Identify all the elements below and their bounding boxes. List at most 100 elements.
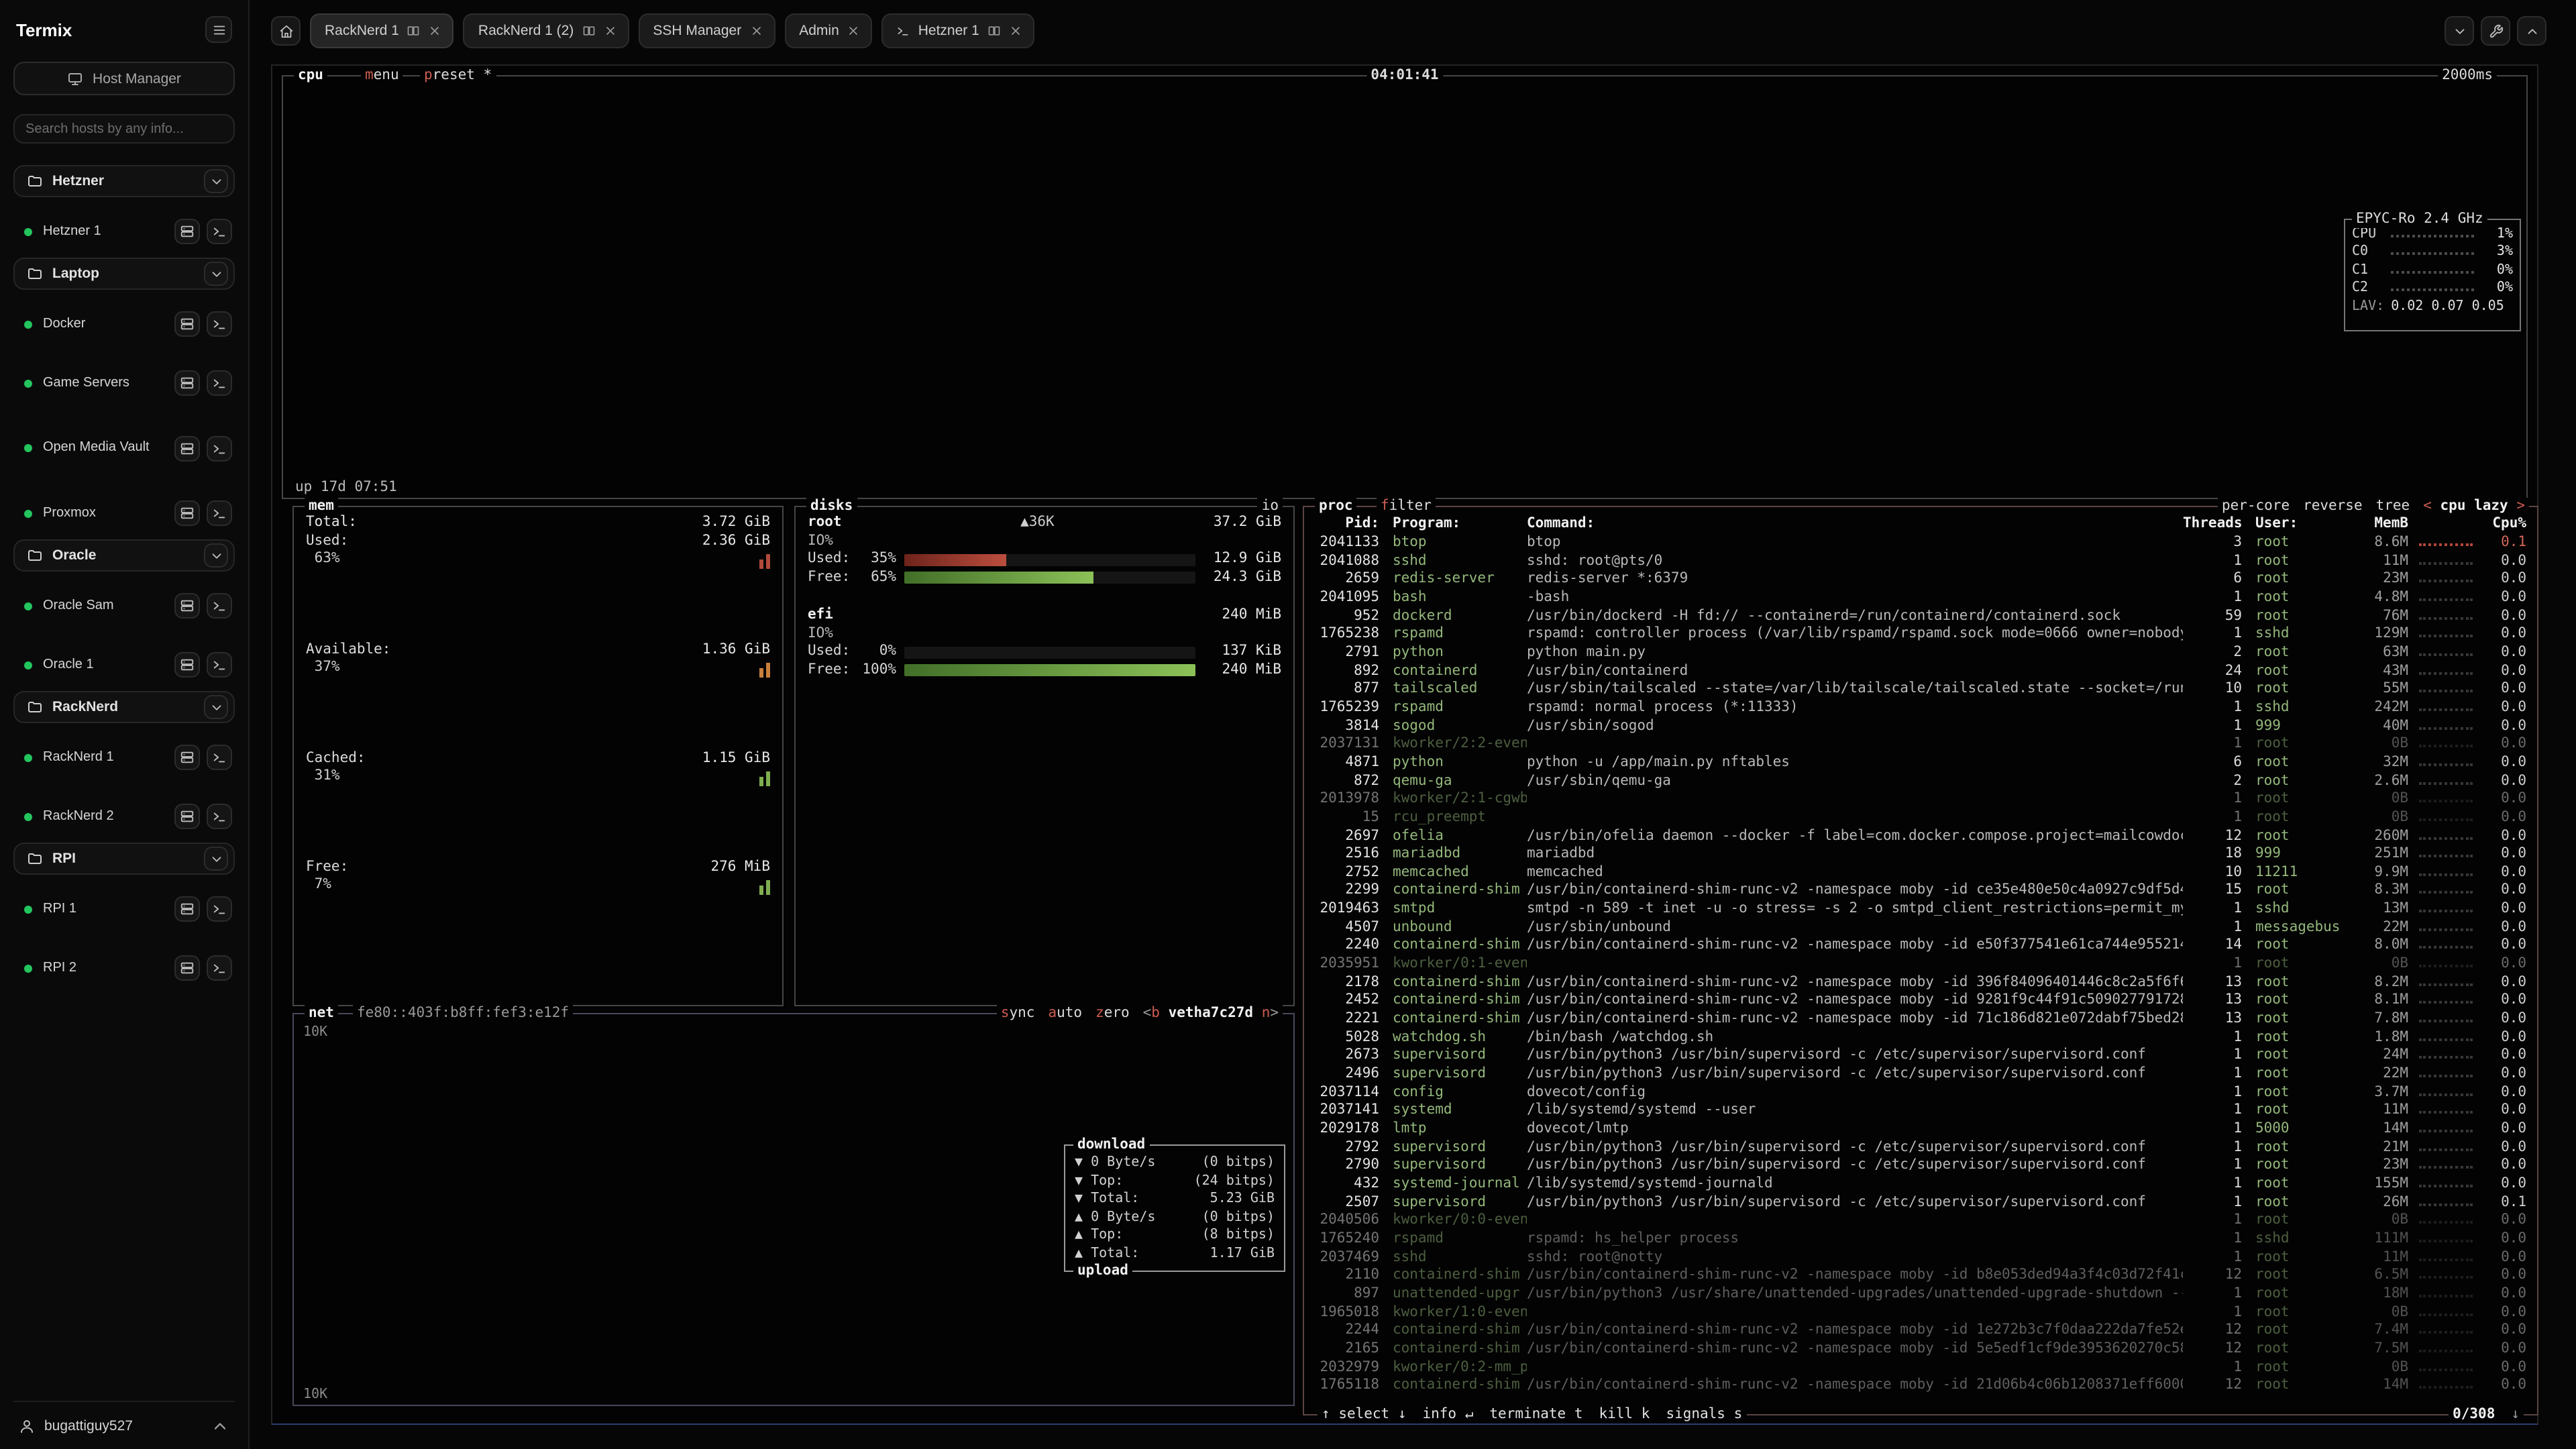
- host-terminal-button[interactable]: [207, 804, 232, 829]
- process-row[interactable]: 2697ofelia/usr/bin/ofelia daemon --docke…: [1312, 827, 2529, 845]
- host-item-oracle-1[interactable]: Oracle 1: [13, 647, 235, 683]
- host-server-button[interactable]: [174, 593, 200, 619]
- host-server-button[interactable]: [174, 435, 200, 461]
- process-row[interactable]: 15rcu_preempt1root0B0.0: [1312, 809, 2529, 827]
- host-server-button[interactable]: [174, 804, 200, 829]
- host-terminal-button[interactable]: [207, 745, 232, 770]
- host-terminal-button[interactable]: [207, 435, 232, 461]
- host-item-racknerd-2[interactable]: RackNerd 2: [13, 798, 235, 835]
- host-server-button[interactable]: [174, 896, 200, 922]
- process-row[interactable]: 2244containerd-shim/usr/bin/containerd-s…: [1312, 1322, 2529, 1340]
- process-row[interactable]: 897unattended-upgr/usr/bin/python3 /usr/…: [1312, 1285, 2529, 1303]
- host-item-oracle-sam[interactable]: Oracle Sam: [13, 588, 235, 624]
- tab-racknerd-1-2[interactable]: RackNerd 1 (2): [464, 13, 629, 48]
- process-row[interactable]: 2037469sshdsshd: root@notty1root11M0.0: [1312, 1248, 2529, 1267]
- group-collapse-button[interactable]: [204, 543, 228, 568]
- proc-action-kill[interactable]: kill k: [1599, 1406, 1650, 1424]
- group-collapse-button[interactable]: [204, 262, 228, 286]
- host-item-open-media-vault[interactable]: Open Media Vault: [13, 424, 235, 472]
- host-server-button[interactable]: [174, 500, 200, 526]
- sidebar-group-racknerd[interactable]: RackNerd: [13, 691, 235, 723]
- host-item-game-servers[interactable]: Game Servers: [13, 365, 235, 401]
- proc-action-select[interactable]: ↑ select ↓: [1322, 1406, 1407, 1424]
- chevron-up-button[interactable]: [2517, 16, 2546, 46]
- terminal[interactable]: cpu menu preset * 04:01:41 2000ms up 17d…: [271, 64, 2538, 1425]
- host-item-rpi-1[interactable]: RPI 1: [13, 891, 235, 927]
- process-row[interactable]: 2792supervisord/usr/bin/python3 /usr/bin…: [1312, 1138, 2529, 1157]
- update-interval[interactable]: 2000ms: [2438, 67, 2497, 85]
- process-row[interactable]: 2496supervisord/usr/bin/python3 /usr/bin…: [1312, 1065, 2529, 1083]
- preset-button[interactable]: preset *: [420, 67, 496, 85]
- process-row[interactable]: 1765240rspamdrspamd: hs_helper process1s…: [1312, 1230, 2529, 1248]
- process-row[interactable]: 2029178lmtpdovecot/lmtp1500014M0.0: [1312, 1120, 2529, 1138]
- process-row[interactable]: 2019463smtpdsmtpd -n 589 -t inet -u -o s…: [1312, 900, 2529, 918]
- process-row[interactable]: 872qemu-ga/usr/sbin/qemu-ga2root2.6M0.0: [1312, 772, 2529, 790]
- proc-per-core-toggle[interactable]: per-core: [2222, 498, 2290, 515]
- process-row[interactable]: 2037131kworker/2:2-even1root0B0.0: [1312, 735, 2529, 753]
- filter-button[interactable]: filter: [1377, 498, 1436, 515]
- host-item-rpi-2[interactable]: RPI 2: [13, 950, 235, 986]
- host-item-docker[interactable]: Docker: [13, 306, 235, 342]
- tab-split-button[interactable]: [582, 24, 595, 38]
- proc-action-terminate[interactable]: terminate t: [1489, 1406, 1582, 1424]
- process-row[interactable]: 2659redis-serverredis-server *:63796root…: [1312, 571, 2529, 589]
- host-terminal-button[interactable]: [207, 896, 232, 922]
- process-row[interactable]: 2035951kworker/0:1-even1root0B0.0: [1312, 955, 2529, 973]
- host-server-button[interactable]: [174, 311, 200, 337]
- host-terminal-button[interactable]: [207, 652, 232, 678]
- process-row[interactable]: 2299containerd-shim/usr/bin/containerd-s…: [1312, 882, 2529, 900]
- process-row[interactable]: 2041133btopbtop3root8.6M0.1: [1312, 534, 2529, 552]
- process-row[interactable]: 2791pythonpython main.py2root63M0.0: [1312, 644, 2529, 662]
- host-item-proxmox[interactable]: Proxmox: [13, 495, 235, 531]
- net-zero-button[interactable]: zero: [1095, 1005, 1130, 1022]
- host-server-button[interactable]: [174, 955, 200, 981]
- home-button[interactable]: [271, 16, 301, 46]
- tab-split-button[interactable]: [407, 24, 421, 38]
- host-terminal-button[interactable]: [207, 955, 232, 981]
- tab-ssh-manager[interactable]: SSH Manager: [638, 13, 775, 48]
- tools-button[interactable]: [2481, 16, 2510, 46]
- tab-close-button[interactable]: [1009, 24, 1022, 38]
- host-terminal-button[interactable]: [207, 311, 232, 337]
- process-row[interactable]: 2037141systemd/lib/systemd/systemd --use…: [1312, 1102, 2529, 1120]
- process-row[interactable]: 2178containerd-shim/usr/bin/containerd-s…: [1312, 974, 2529, 992]
- host-server-button[interactable]: [174, 652, 200, 678]
- proc-reverse-toggle[interactable]: reverse: [2303, 498, 2363, 515]
- process-table-header[interactable]: Pid:Program:Command:Threads:User:MemBCpu…: [1312, 514, 2529, 534]
- net-auto-button[interactable]: auto: [1048, 1005, 1082, 1022]
- process-row[interactable]: 5028watchdog.sh/bin/bash /watchdog.sh1ro…: [1312, 1028, 2529, 1046]
- proc-sort-selector[interactable]: < cpu lazy >: [2423, 498, 2525, 515]
- process-row[interactable]: 4507unbound/usr/sbin/unbound1messagebus2…: [1312, 919, 2529, 937]
- sidebar-group-hetzner[interactable]: Hetzner: [13, 165, 235, 197]
- process-row[interactable]: 2037114configdovecot/config1root3.7M0.0: [1312, 1083, 2529, 1102]
- host-server-button[interactable]: [174, 370, 200, 396]
- process-row[interactable]: 4871pythonpython -u /app/main.py nftable…: [1312, 754, 2529, 772]
- process-row[interactable]: 432systemd-journal/lib/systemd/systemd-j…: [1312, 1175, 2529, 1193]
- net-sync-button[interactable]: sync: [1001, 1005, 1035, 1022]
- search-input[interactable]: [13, 114, 235, 144]
- process-row[interactable]: 2240containerd-shim/usr/bin/containerd-s…: [1312, 937, 2529, 955]
- host-server-button[interactable]: [174, 745, 200, 770]
- tab-close-button[interactable]: [429, 24, 442, 38]
- process-row[interactable]: 2221containerd-shim/usr/bin/containerd-s…: [1312, 1010, 2529, 1028]
- tab-admin[interactable]: Admin: [784, 13, 873, 48]
- menu-button[interactable]: menu: [361, 67, 403, 85]
- host-terminal-button[interactable]: [207, 593, 232, 619]
- process-row[interactable]: 2790supervisord/usr/bin/python3 /usr/bin…: [1312, 1157, 2529, 1175]
- tab-close-button[interactable]: [749, 24, 763, 38]
- process-row[interactable]: 3814sogod/usr/sbin/sogod199940M0.0: [1312, 717, 2529, 735]
- process-row[interactable]: 2040506kworker/0:0-even1root0B0.0: [1312, 1212, 2529, 1230]
- chevron-down-button[interactable]: [2445, 16, 2474, 46]
- proc-action-info[interactable]: info ↵: [1423, 1406, 1474, 1424]
- process-row[interactable]: 952dockerd/usr/bin/dockerd -H fd:// --co…: [1312, 607, 2529, 625]
- proc-action-signals[interactable]: signals s: [1666, 1406, 1742, 1424]
- process-row[interactable]: 2452containerd-shim/usr/bin/containerd-s…: [1312, 992, 2529, 1010]
- net-interface-switcher[interactable]: <b vetha7c27d n>: [1143, 1005, 1279, 1022]
- process-row[interactable]: 2110containerd-shim/usr/bin/containerd-s…: [1312, 1267, 2529, 1285]
- process-row[interactable]: 2516mariadbdmariadbd18999251M0.0: [1312, 845, 2529, 863]
- process-row[interactable]: 2165containerd-shim/usr/bin/containerd-s…: [1312, 1340, 2529, 1358]
- host-item-racknerd-1[interactable]: RackNerd 1: [13, 739, 235, 775]
- process-row[interactable]: 2673supervisord/usr/bin/python3 /usr/bin…: [1312, 1047, 2529, 1065]
- sidebar-group-oracle[interactable]: Oracle: [13, 539, 235, 572]
- sidebar-group-laptop[interactable]: Laptop: [13, 258, 235, 290]
